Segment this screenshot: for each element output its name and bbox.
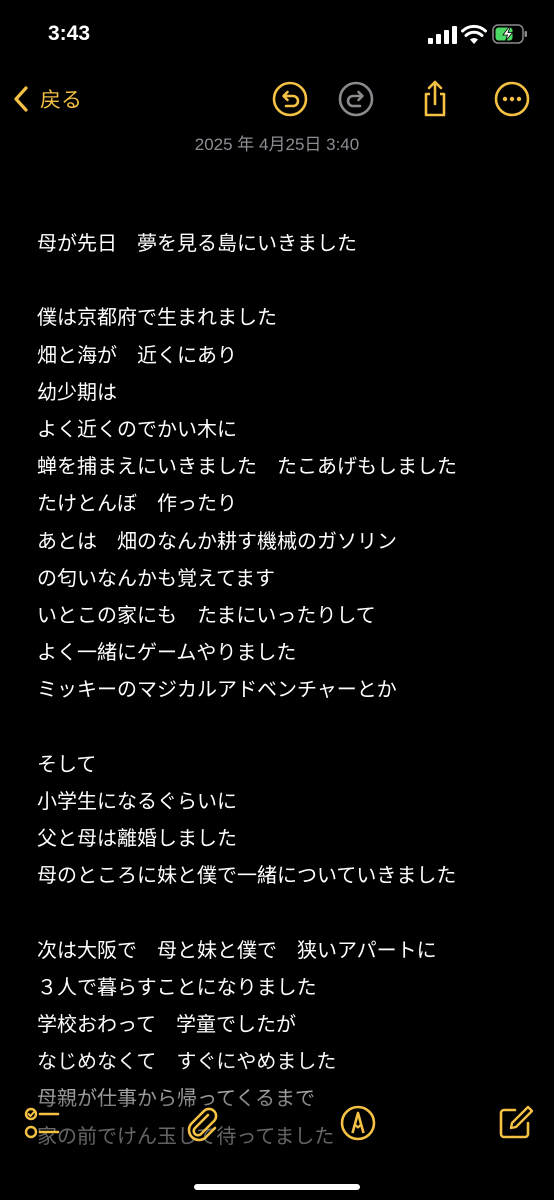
note-line: よく一緒にゲームやりました xyxy=(37,640,297,665)
note-line: よく近くのでかい木に xyxy=(37,416,237,441)
markup-pen-icon[interactable] xyxy=(338,1103,378,1143)
note-toolbar: 戻る xyxy=(0,75,554,125)
undo-icon[interactable] xyxy=(270,79,310,119)
home-indicator xyxy=(194,1184,360,1190)
share-icon[interactable] xyxy=(415,79,455,119)
status-time: 3:43 xyxy=(48,22,91,45)
back-button[interactable]: 戻る xyxy=(12,79,82,119)
note-line: 蝉を捕まえにいきました たこあげもしました xyxy=(37,454,457,479)
note-line: 学校おわって 学童でしたが xyxy=(37,1011,296,1036)
compose-icon[interactable] xyxy=(495,1103,535,1143)
note-line: 次は大阪で 母と妹と僕で 狭いアパートに xyxy=(37,937,437,962)
redo-icon[interactable] xyxy=(336,79,376,119)
back-label: 戻る xyxy=(40,88,82,112)
signal-icon xyxy=(428,26,457,44)
paperclip-icon[interactable] xyxy=(182,1103,222,1143)
note-line xyxy=(37,708,537,745)
chevron-left-icon xyxy=(14,86,28,112)
note-line: たけとんぼ 作ったり xyxy=(37,491,237,516)
status-bar: 3:43 xyxy=(0,0,554,70)
note-line: 母が先日 夢を見る島にいきました xyxy=(37,231,357,255)
note-line: 幼少期は xyxy=(37,379,117,404)
note-line: 父と母は離婚しました xyxy=(37,826,237,850)
note-body[interactable]: 母が先日 夢を見る島にいきました 僕は京都府で生まれました 畑と海が 近くにあり 幼少… xyxy=(37,225,537,1155)
note-line: ミッキーのマジカルアドベンチャーとか xyxy=(37,677,397,702)
note-line xyxy=(37,894,537,931)
note-line: 僕は京都府で生まれました xyxy=(37,305,277,330)
note-line: 小学生になるぐらいに xyxy=(37,788,237,813)
note-line: あとは 畑のなんか耕す機械のガソリン xyxy=(37,528,397,553)
checklist-icon[interactable] xyxy=(22,1103,62,1143)
note-line: いとこの家にも たまにいったりして xyxy=(37,602,376,627)
note-line: ３人で暮らすことになりました xyxy=(37,974,317,999)
note-line xyxy=(37,262,537,299)
note-line: 畑と海が 近くにあり xyxy=(37,342,237,367)
battery-charging-icon xyxy=(492,24,527,44)
note-date: 2025 年 4月25日 3:40 xyxy=(194,135,360,154)
note-line: の匂いなんかも覚えてます xyxy=(37,565,275,590)
bottom-toolbar xyxy=(0,1095,554,1155)
note-line: そして xyxy=(37,751,97,776)
more-icon[interactable] xyxy=(492,79,532,119)
wifi-icon xyxy=(461,24,487,44)
note-line: 母のところに妹と僕で一緒についていきました xyxy=(37,863,457,888)
